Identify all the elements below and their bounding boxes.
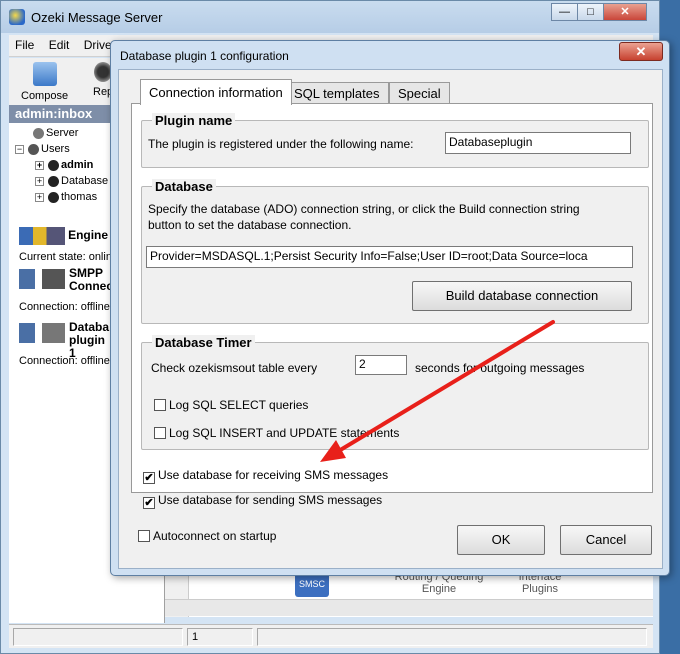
connection-smpp[interactable]: SMPP Connect Connection: offline <box>19 267 117 313</box>
tree-label: Users <box>41 143 70 155</box>
connection-state: Connection: offline <box>19 301 110 313</box>
checkbox-box[interactable] <box>138 530 150 542</box>
checkbox-box[interactable] <box>154 427 166 439</box>
checkbox-label: Use database for sending SMS messages <box>158 493 383 507</box>
plugin-name-field[interactable]: Databaseplugin <box>445 132 631 154</box>
autoconnect-checkbox[interactable]: Autoconnect on startup <box>138 529 276 543</box>
database-icon <box>19 323 65 343</box>
connection-database-plugin[interactable]: Databa plugin 1 Connection: offline <box>19 321 110 367</box>
status-page: 1 <box>187 628 253 646</box>
connection-string-field[interactable]: Provider=MSDASQL.1;Persist Security Info… <box>146 246 633 268</box>
menu-file[interactable]: File <box>9 35 39 52</box>
tree-header: admin:inbox <box>9 105 113 123</box>
log-select-checkbox[interactable]: Log SQL SELECT queries <box>154 398 308 412</box>
tab-special[interactable]: Special <box>389 82 450 104</box>
cancel-button[interactable]: Cancel <box>560 525 652 555</box>
log-insert-checkbox[interactable]: Log SQL INSERT and UPDATE statements <box>154 426 399 440</box>
checkbox-box[interactable]: ✔ <box>143 472 155 484</box>
group-title: Database Timer <box>152 335 255 350</box>
tree-item-thomas[interactable]: + thomas <box>35 191 97 203</box>
tab-sql-templates[interactable]: SQL templates <box>285 82 389 104</box>
checkbox-label: Use database for receiving SMS messages <box>158 468 389 482</box>
horizontal-scrollbar[interactable] <box>165 599 653 616</box>
tree-label: Server <box>46 127 79 139</box>
tree-item-users[interactable]: − Users <box>15 143 70 155</box>
tree-item-database[interactable]: + Database <box>35 175 108 187</box>
dialog-body: Connection information SQL templates Spe… <box>118 69 663 569</box>
database-description: button to set the database connection. <box>148 218 352 232</box>
gear-icon <box>33 127 44 139</box>
database-description: Specify the database (ADO) connection st… <box>148 202 580 216</box>
status-cell-empty <box>13 628 183 646</box>
build-connection-button[interactable]: Build database connection <box>412 281 632 311</box>
checkbox-label: Log SQL INSERT and UPDATE statements <box>169 426 400 440</box>
use-sending-checkbox[interactable]: ✔ Use database for sending SMS messages <box>143 493 382 509</box>
routing-label: Engine <box>421 583 457 595</box>
connection-name: Engine <box>68 227 109 242</box>
interface-label: Plugins <box>521 583 559 595</box>
app-icon <box>9 9 25 25</box>
menu-edit[interactable]: Edit <box>43 35 75 52</box>
database-group: Database Specify the database (ADO) conn… <box>141 179 649 324</box>
main-close-button[interactable]: ✕ <box>603 3 647 21</box>
checkbox-box[interactable] <box>154 399 166 411</box>
user-icon <box>48 191 59 203</box>
plugin-name-label: The plugin is registered under the follo… <box>148 137 414 151</box>
connection-state: Current state: online <box>19 251 119 263</box>
tree-label: admin <box>61 159 94 171</box>
database-timer-group: Database Timer Check ozekismsout table e… <box>141 335 649 450</box>
minimize-button[interactable]: — <box>551 3 578 21</box>
main-window-title: Ozeki Message Server <box>31 10 163 25</box>
timer-seconds-field[interactable]: 2 <box>355 355 407 375</box>
tree-label: thomas <box>61 191 98 203</box>
config-dialog: Database plugin 1 configuration ✕ Connec… <box>110 40 670 576</box>
status-bar: 1 <box>9 624 653 648</box>
user-icon <box>48 175 59 187</box>
dialog-title: Database plugin 1 configuration <box>120 49 289 63</box>
collapse-icon[interactable]: − <box>15 144 24 154</box>
checkbox-label: Log SQL SELECT queries <box>169 398 309 412</box>
compose-button[interactable]: Compose <box>21 62 68 102</box>
expand-icon[interactable]: + <box>35 160 44 170</box>
group-title: Database <box>152 179 216 194</box>
ok-button[interactable]: OK <box>457 525 545 555</box>
connection-name: plugin 1 <box>69 333 105 360</box>
connection-engine[interactable]: Engine Current state: online <box>19 227 118 263</box>
compose-icon <box>32 62 57 86</box>
timer-prefix-label: Check ozekismsout table every <box>151 361 318 375</box>
users-icon <box>28 143 39 155</box>
expand-icon[interactable]: + <box>35 176 44 186</box>
tree-item-server[interactable]: Server <box>33 127 78 139</box>
group-title: Plugin name <box>152 113 236 128</box>
user-icon <box>48 159 59 171</box>
expand-icon[interactable]: + <box>35 192 44 202</box>
timer-suffix-label: seconds for outgoing messages <box>415 361 585 375</box>
compose-label: Compose <box>21 90 69 102</box>
plugin-name-group: Plugin name The plugin is registered und… <box>141 113 649 168</box>
checkbox-box[interactable]: ✔ <box>143 497 155 509</box>
tree-item-admin[interactable]: + admin <box>35 159 93 171</box>
status-cell-empty <box>257 628 647 646</box>
tab-connection-information[interactable]: Connection information <box>140 79 292 105</box>
main-title-bar: Ozeki Message Server — □ ✕ <box>1 1 659 33</box>
dialog-close-button[interactable]: ✕ <box>619 42 663 61</box>
phone-icon <box>19 269 65 289</box>
tree-label: Database <box>61 175 109 187</box>
engine-icon <box>19 227 65 245</box>
use-receiving-checkbox[interactable]: ✔ Use database for receiving SMS messages <box>143 468 388 484</box>
maximize-button[interactable]: □ <box>577 3 604 21</box>
checkbox-label: Autoconnect on startup <box>153 529 277 543</box>
